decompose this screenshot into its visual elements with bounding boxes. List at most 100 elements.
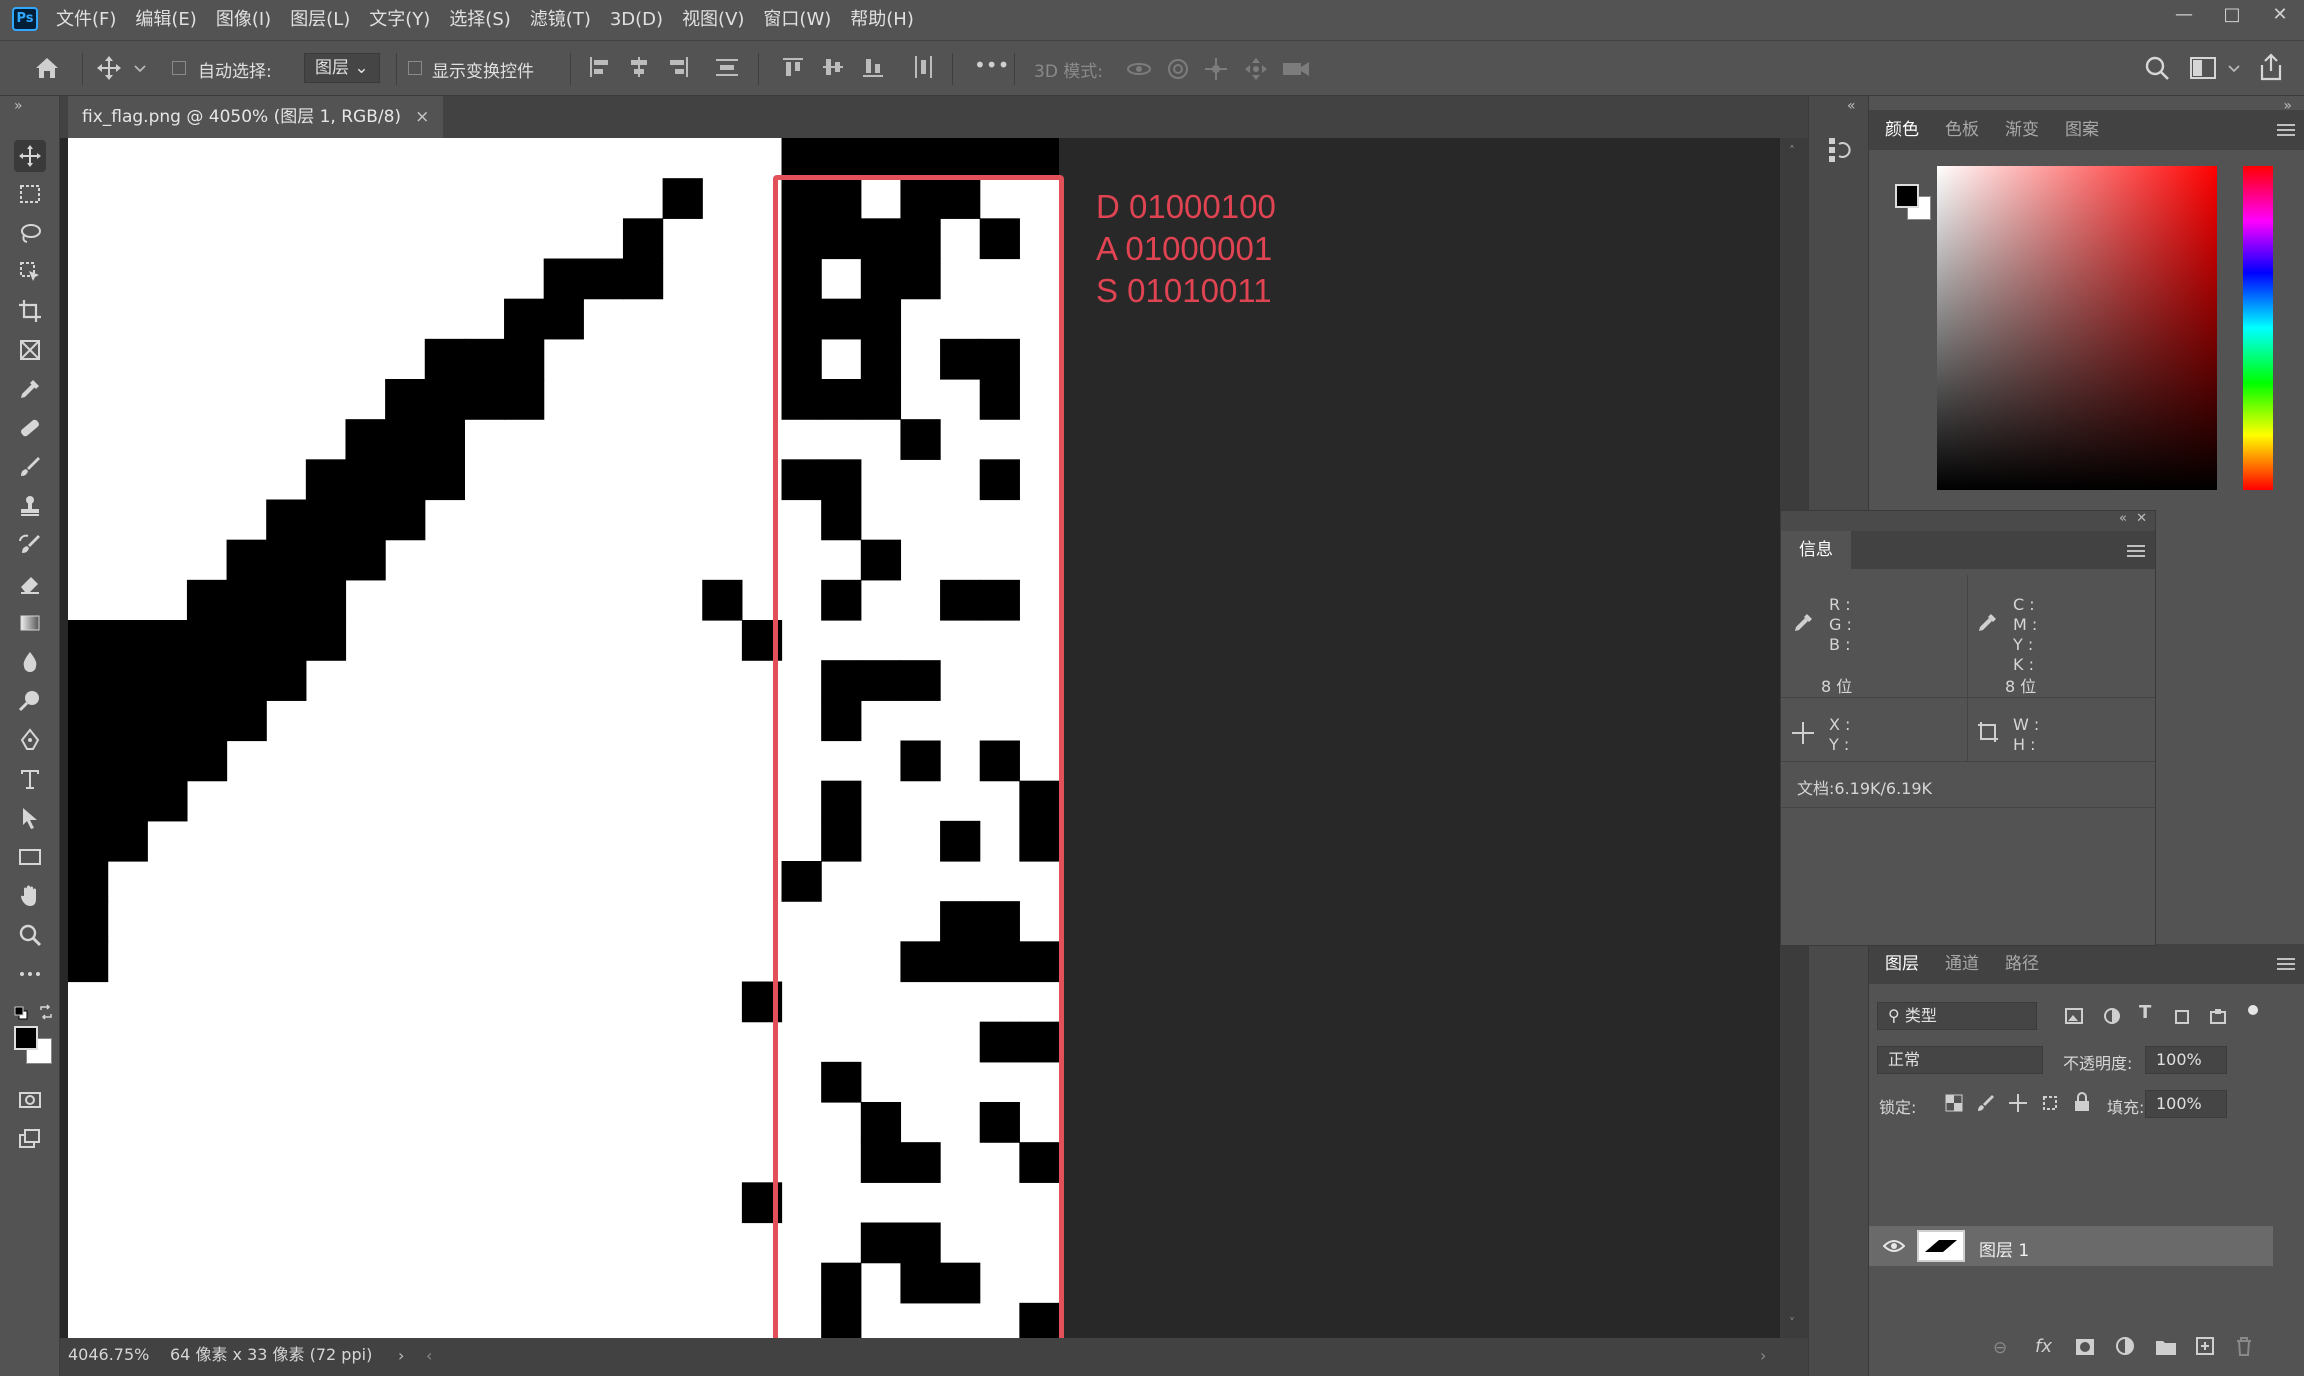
lock-image-icon[interactable]	[1977, 1094, 1995, 1112]
close-panel-icon[interactable]: ✕	[2136, 511, 2147, 526]
delete-layer-icon[interactable]	[2235, 1336, 2253, 1356]
eye-visibility-icon[interactable]	[1883, 1238, 1905, 1254]
menu-select[interactable]: 选择(S)	[449, 0, 510, 40]
collapse-toolbar-icon[interactable]: »	[14, 98, 23, 114]
align-bottom-icon[interactable]	[862, 56, 884, 78]
align-middle-vertical-icon[interactable]	[822, 56, 844, 78]
filter-smart-object-icon[interactable]	[2209, 1007, 2227, 1025]
default-colors-icon[interactable]	[14, 1006, 28, 1020]
menu-filter[interactable]: 滤镜(T)	[530, 0, 591, 40]
layer-row[interactable]: 图层 1	[1869, 1226, 2273, 1266]
chevron-down-icon[interactable]	[2228, 65, 2240, 73]
crop-tool[interactable]	[14, 295, 46, 327]
rectangle-tool[interactable]	[14, 841, 46, 873]
3d-slide-icon[interactable]	[1244, 57, 1268, 81]
pen-tool[interactable]	[14, 724, 46, 756]
tab-paths[interactable]: 路径	[2005, 944, 2039, 984]
frame-tool[interactable]	[14, 334, 46, 366]
brush-tool[interactable]	[14, 451, 46, 483]
gradient-tool[interactable]	[14, 607, 46, 639]
zoom-tool[interactable]	[14, 919, 46, 951]
eyedropper-tool[interactable]	[14, 373, 46, 405]
3d-pan-icon[interactable]	[1204, 57, 1228, 81]
align-left-icon[interactable]	[588, 56, 610, 78]
new-layer-icon[interactable]	[2195, 1336, 2215, 1356]
home-icon[interactable]	[34, 56, 60, 80]
panel-menu-icon[interactable]	[2277, 958, 2295, 970]
move-tool[interactable]	[14, 140, 46, 172]
fill-input[interactable]: 100%	[2145, 1090, 2227, 1118]
tab-patterns[interactable]: 图案	[2065, 110, 2099, 150]
more-tools-button[interactable]	[14, 958, 46, 990]
foreground-color-swatch[interactable]	[14, 1026, 38, 1050]
screen-mode-button[interactable]	[14, 1123, 46, 1155]
panel-menu-icon[interactable]	[2277, 124, 2295, 136]
blur-tool[interactable]	[14, 646, 46, 678]
scroll-left-icon[interactable]: ‹	[426, 1346, 432, 1365]
eraser-tool[interactable]	[14, 568, 46, 600]
collapse-icon[interactable]: «	[2119, 511, 2127, 526]
quick-mask-button[interactable]	[14, 1084, 46, 1116]
menu-layer[interactable]: 图层(L)	[290, 0, 350, 40]
path-selection-tool[interactable]	[14, 802, 46, 834]
layer-filter-dropdown[interactable]: ⚲ 类型	[1877, 1002, 2037, 1030]
marquee-tool[interactable]	[14, 178, 46, 210]
tab-swatches[interactable]: 色板	[1945, 110, 1979, 150]
minimize-button[interactable]: —	[2160, 0, 2208, 30]
share-icon[interactable]	[2258, 53, 2284, 81]
add-mask-icon[interactable]	[2075, 1338, 2095, 1356]
type-tool[interactable]	[14, 763, 46, 795]
menu-help[interactable]: 帮助(H)	[850, 0, 914, 40]
hue-slider[interactable]	[2243, 166, 2273, 490]
color-spectrum-field[interactable]	[1937, 166, 2217, 490]
object-selection-tool[interactable]	[14, 256, 46, 288]
collapse-dock-icon[interactable]: «	[1847, 98, 1856, 114]
adjustment-layer-icon[interactable]	[2115, 1336, 2135, 1356]
menu-window[interactable]: 窗口(W)	[763, 0, 831, 40]
layer-name[interactable]: 图层 1	[1979, 1236, 2029, 1261]
scroll-up-icon[interactable]: ˄	[1789, 144, 1795, 158]
maximize-button[interactable]: □	[2208, 0, 2256, 30]
tab-info[interactable]: 信息	[1781, 531, 1851, 569]
history-panel-icon[interactable]	[1827, 136, 1853, 164]
menu-image[interactable]: 图像(I)	[216, 0, 271, 40]
tab-color[interactable]: 颜色	[1885, 110, 1919, 150]
lock-all-icon[interactable]	[2073, 1092, 2091, 1112]
3d-camera-icon[interactable]	[1282, 59, 1310, 79]
scroll-down-icon[interactable]: ˅	[1789, 1316, 1795, 1330]
filter-pixel-icon[interactable]	[2065, 1008, 2083, 1024]
auto-select-checkbox[interactable]	[172, 61, 186, 75]
fx-icon[interactable]: fx	[2035, 1336, 2052, 1357]
align-right-icon[interactable]	[668, 56, 690, 78]
link-layers-icon[interactable]: ⊖	[1993, 1338, 2007, 1358]
panel-menu-icon[interactable]	[2127, 545, 2145, 557]
filter-shape-icon[interactable]	[2173, 1008, 2191, 1026]
align-top-icon[interactable]	[782, 56, 804, 78]
lock-transparent-icon[interactable]	[1945, 1094, 1963, 1112]
filter-toggle-icon[interactable]	[2247, 1004, 2259, 1016]
show-transform-checkbox[interactable]	[408, 61, 422, 75]
blend-mode-dropdown[interactable]: 正常	[1877, 1046, 2043, 1074]
workspace-icon[interactable]	[2190, 57, 2216, 79]
3d-roll-icon[interactable]	[1166, 57, 1190, 81]
lock-artboard-icon[interactable]	[2041, 1094, 2059, 1112]
foreground-color-swatch[interactable]	[1895, 184, 1919, 208]
clone-stamp-tool[interactable]	[14, 490, 46, 522]
scroll-right-icon[interactable]: ›	[1760, 1346, 1766, 1365]
menu-edit[interactable]: 编辑(E)	[135, 0, 196, 40]
chevron-down-icon[interactable]	[134, 65, 146, 73]
healing-brush-tool[interactable]	[14, 412, 46, 444]
close-tab-icon[interactable]: ×	[415, 107, 429, 127]
auto-select-dropdown[interactable]: 图层 ⌄	[304, 53, 380, 83]
zoom-level[interactable]: 4046.75%	[68, 1338, 149, 1372]
move-tool-icon[interactable]	[96, 55, 122, 81]
info-panel-titlebar[interactable]: « ✕	[1781, 511, 2155, 531]
menu-file[interactable]: 文件(F)	[56, 0, 116, 40]
hand-tool[interactable]	[14, 880, 46, 912]
dodge-tool[interactable]	[14, 685, 46, 717]
lasso-tool[interactable]	[14, 217, 46, 249]
3d-orbit-icon[interactable]	[1126, 57, 1152, 81]
lock-position-icon[interactable]	[2009, 1094, 2027, 1112]
align-center-horizontal-icon[interactable]	[628, 56, 650, 78]
filter-type-icon[interactable]: T	[2139, 1002, 2151, 1023]
